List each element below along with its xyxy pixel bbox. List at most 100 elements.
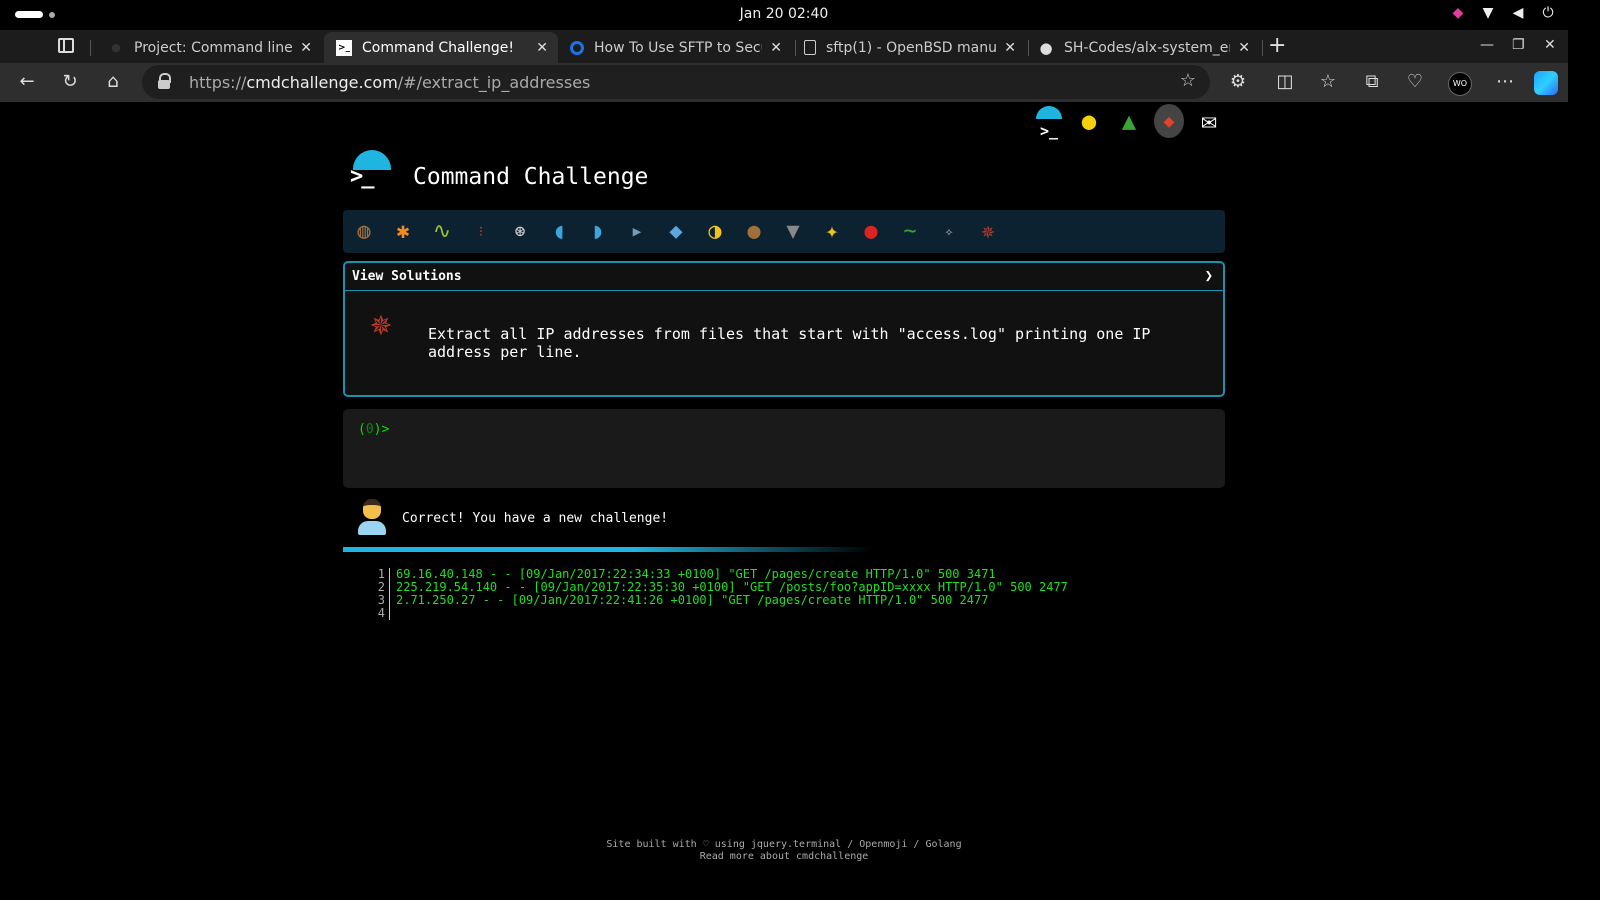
output-line: 4 (374, 607, 1068, 620)
split-screen-icon[interactable]: ◫ (1274, 71, 1296, 93)
ladybug-icon[interactable]: ● (856, 218, 886, 246)
tab-title: Project: Command line fo (134, 39, 293, 56)
tab-title: Command Challenge! (362, 39, 515, 56)
shark-icon[interactable]: ▸ (622, 218, 652, 246)
new-tab-button[interactable]: + (1268, 33, 1286, 58)
whale-icon[interactable]: ◖ (544, 218, 574, 246)
github-icon: ● (111, 41, 121, 54)
bee-icon[interactable]: ✦ (817, 218, 847, 246)
site-footer: Site built with ♡ using jquery.terminal … (4, 839, 1564, 863)
tab-sh-codes-repo[interactable]: ● SH-Codes/alx-system_eng ✕ (1026, 32, 1260, 63)
tab-sftp-manual[interactable]: sftp(1) - OpenBSD manua ✕ (792, 32, 1026, 63)
view-solutions-label: View Solutions (352, 269, 462, 284)
terminal-icon: >_ (336, 39, 352, 56)
url-text[interactable]: https://cmdchallenge.com/#/extract_ip_ad… (189, 73, 590, 92)
favorite-star-icon[interactable]: ☆ (1180, 70, 1196, 91)
hedgehog-icon[interactable]: ● (739, 218, 769, 246)
url-scheme: https:// (189, 73, 247, 92)
favorites-icon[interactable]: ☆ (1317, 71, 1339, 93)
worm-icon[interactable]: ~ (895, 218, 925, 246)
copilot-icon[interactable] (1534, 71, 1558, 95)
close-tab-icon[interactable]: ✕ (300, 40, 312, 56)
challenge-panel: View Solutions ❯ ✵ Extract all IP addres… (343, 261, 1225, 397)
fish-icon[interactable]: ◆ (661, 218, 691, 246)
tree-icon[interactable]: ▲ (1114, 104, 1144, 138)
footer-about-link[interactable]: Read more about cmdchallenge (4, 851, 1564, 863)
wolf-icon[interactable]: ▼ (778, 218, 808, 246)
tab-separator (90, 40, 91, 56)
challenge-description: Extract all IP addresses from files that… (428, 325, 1151, 361)
scorpion-icon[interactable]: ✵ (973, 218, 1003, 246)
power-icon[interactable]: ⏻ (1540, 5, 1556, 21)
browser-essentials-icon[interactable]: ♡ (1404, 71, 1426, 93)
url-path: /#/extract_ip_addresses (397, 73, 591, 92)
close-tab-icon[interactable]: ✕ (1238, 40, 1250, 56)
spider-web-icon[interactable]: ⊛ (505, 218, 535, 246)
github-icon: ● (1039, 38, 1053, 57)
more-options-icon[interactable]: ⋯ (1494, 71, 1516, 93)
browser-tab-strip: ● Project: Command line fo ✕ >_ Command … (0, 30, 1568, 63)
output-editor: 1 69.16.40.148 - - [09/Jan/2017:22:34:33… (374, 568, 1068, 620)
collections-icon[interactable]: ⧉ (1361, 71, 1383, 93)
extensions-icon[interactable]: ⚙ (1227, 71, 1249, 93)
bot-avatar-icon (357, 497, 387, 537)
tab-project-command-line[interactable]: ● Project: Command line fo ✕ (96, 32, 322, 63)
os-top-bar: Jan 20 02:40 ◆ ▼ ◀ ⏻ (0, 0, 1568, 30)
tab-separator (1262, 40, 1263, 56)
prompt-open: ( (358, 422, 366, 437)
result-progress-bar (343, 547, 873, 552)
restore-window-icon[interactable]: ❐ (1512, 37, 1525, 53)
mosquito-icon[interactable]: ✧ (934, 218, 964, 246)
terminal-icon[interactable]: >_ (1034, 104, 1064, 140)
snail-icon[interactable]: ◍ (349, 218, 379, 246)
wifi-icon[interactable]: ▼ (1480, 5, 1496, 21)
butterfly-icon[interactable]: ✱ (388, 218, 418, 246)
mail-icon[interactable]: ✉ (1194, 104, 1224, 138)
tab-sftp-howto[interactable]: How To Use SFTP to Secur ✕ (558, 32, 792, 63)
top-nav-icons: >_ ● ▲ ◆ ✉ (1034, 104, 1224, 140)
address-bar[interactable]: https://cmdchallenge.com/#/extract_ip_ad… (142, 65, 1210, 99)
chevron-right-icon: ❯ (1204, 268, 1213, 284)
close-window-icon[interactable]: ✕ (1544, 37, 1556, 53)
prompt-close: )> (373, 422, 390, 437)
command-terminal[interactable]: (0)> (343, 409, 1225, 488)
dolphin-icon[interactable]: ◗ (583, 218, 613, 246)
lock-icon[interactable] (158, 73, 171, 89)
app-indicator-icon[interactable]: ◆ (1450, 5, 1466, 21)
footer-credits[interactable]: Site built with ♡ using jquery.terminal … (4, 839, 1564, 851)
back-icon[interactable]: ← (16, 71, 38, 93)
line-text (390, 607, 396, 620)
caterpillar-icon[interactable]: ∿ (427, 218, 457, 246)
page-content: >_ ● ▲ ◆ ✉ >_ Command Challenge ◍ ✱ ∿ ⁝ … (4, 102, 1564, 878)
line-text: 2.71.250.27 - - [09/Jan/2017:22:41:26 +0… (396, 593, 989, 607)
prompt-exit-code: 0 (365, 422, 374, 437)
tab-title: sftp(1) - OpenBSD manua (826, 39, 997, 56)
close-tab-icon[interactable]: ✕ (1004, 40, 1016, 56)
view-solutions-toggle[interactable]: View Solutions ❯ (345, 263, 1223, 291)
system-tray[interactable]: ◆ ▼ ◀ ⏻ (1450, 5, 1556, 21)
ant-icon[interactable]: ⁝ (466, 218, 496, 246)
gitlab-icon[interactable]: ◆ (1154, 104, 1184, 138)
browser-toolbar: ← ↻ ⌂ https://cmdchallenge.com/#/extract… (0, 63, 1568, 102)
document-icon (804, 40, 816, 55)
home-icon[interactable]: ⌂ (102, 71, 124, 93)
close-tab-icon[interactable]: ✕ (536, 40, 548, 56)
site-title: Command Challenge (413, 164, 649, 190)
reload-icon[interactable]: ↻ (59, 71, 81, 93)
profile-avatar[interactable]: WO (1448, 72, 1472, 96)
url-host: cmdchallenge.com (246, 73, 398, 92)
volume-icon[interactable]: ◀ (1510, 5, 1526, 21)
vertical-tabs-icon[interactable] (58, 38, 74, 53)
tab-command-challenge[interactable]: >_ Command Challenge! ✕ (324, 32, 558, 63)
line-number: 4 (374, 607, 390, 620)
tab-title: SH-Codes/alx-system_eng (1064, 39, 1231, 56)
close-tab-icon[interactable]: ✕ (770, 40, 782, 56)
os-clock[interactable]: Jan 20 02:40 (0, 6, 1568, 22)
site-logo-icon: >_ (350, 150, 392, 192)
hint-icon[interactable]: ● (1074, 104, 1104, 138)
tropical-fish-icon[interactable]: ◑ (700, 218, 730, 246)
bot-feedback: Correct! You have a new challenge! (343, 495, 1225, 541)
minimize-window-icon[interactable]: — (1480, 37, 1494, 53)
terminal-prompt: (0)> (358, 422, 389, 437)
output-line: 3 2.71.250.27 - - [09/Jan/2017:22:41:26 … (374, 594, 1068, 607)
